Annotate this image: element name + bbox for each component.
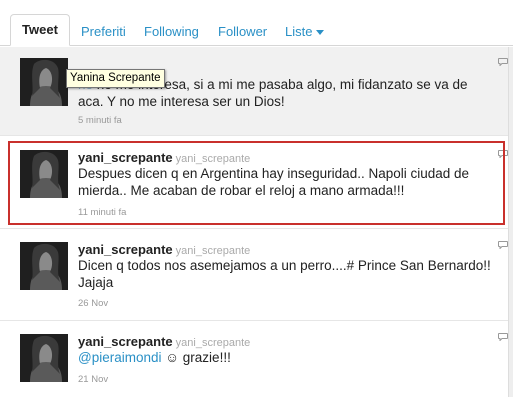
- avatar-photo-icon: [20, 334, 68, 382]
- screen-name[interactable]: yani_screpante: [78, 334, 173, 349]
- avatar[interactable]: [20, 334, 68, 382]
- tweet-text: @pieraimondi ☺ grazie!!!: [78, 349, 498, 366]
- tweet-item[interactable]: yani_screpante yani_screpante @pieraimond…: [0, 321, 513, 397]
- avatar-photo-icon: [20, 150, 68, 198]
- tweet-body: ☺ grazie!!!: [165, 350, 231, 365]
- avatar-photo-icon: [20, 242, 68, 290]
- tweet-text: Dicen q todos nos asemejamos a un perro.…: [78, 258, 491, 290]
- avatar[interactable]: [20, 150, 68, 198]
- scrollbar[interactable]: [508, 47, 513, 397]
- chevron-down-icon: [316, 30, 325, 36]
- screen-name[interactable]: yani_screpante: [78, 242, 173, 257]
- tweet-item[interactable]: yani_screpante yani_screpante Despues dic…: [0, 136, 513, 229]
- tab-preferiti[interactable]: Preferiti: [81, 24, 126, 39]
- avatar[interactable]: [20, 58, 68, 106]
- tab-follower-label: Follower: [218, 24, 268, 39]
- user-handle[interactable]: yani_screpante: [176, 337, 251, 349]
- user-handle[interactable]: yani_screpante: [176, 245, 251, 257]
- tweet-timestamp[interactable]: 26 Nov: [78, 298, 108, 309]
- screen-name[interactable]: yani_screpante: [78, 150, 173, 165]
- speech-bubble-icon[interactable]: [498, 241, 508, 249]
- tab-tweet[interactable]: Tweet: [10, 14, 70, 46]
- tab-tweet-label: Tweet: [22, 22, 58, 37]
- tab-following-label: Following: [144, 24, 199, 39]
- speech-bubble-icon[interactable]: [498, 150, 508, 158]
- speech-bubble-icon[interactable]: [498, 58, 508, 66]
- tweet-timestamp[interactable]: 21 Nov: [78, 374, 108, 385]
- tab-liste[interactable]: Liste: [285, 24, 325, 39]
- tweet-text: Despues dicen q en Argentina hay insegur…: [78, 166, 470, 198]
- speech-bubble-icon[interactable]: [498, 333, 508, 341]
- avatar-photo-icon: [20, 58, 68, 106]
- tweet-timestamp[interactable]: 11 minuti fa: [78, 207, 126, 218]
- tweet-mention[interactable]: @pieraimondi: [78, 350, 162, 365]
- tab-following[interactable]: Following: [144, 24, 199, 39]
- profile-tabs: Tweet Preferiti Following Follower Liste: [0, 0, 513, 46]
- user-name-tooltip: Yanina Screpante: [66, 69, 165, 88]
- timeline-page: Tweet Preferiti Following Follower Liste…: [0, 0, 513, 397]
- avatar[interactable]: [20, 242, 68, 290]
- tweet-item[interactable]: ho no me interesa, si a mi me pasaba alg…: [0, 47, 513, 136]
- tab-liste-label: Liste: [285, 24, 313, 39]
- tweet-timestamp[interactable]: 5 minuti fa: [78, 115, 122, 126]
- tweet-item[interactable]: yani_screpante yani_screpante Dicen q tod…: [0, 229, 513, 321]
- tab-follower[interactable]: Follower: [218, 24, 267, 39]
- user-handle[interactable]: yani_screpante: [176, 153, 251, 165]
- tab-preferiti-label: Preferiti: [81, 24, 126, 39]
